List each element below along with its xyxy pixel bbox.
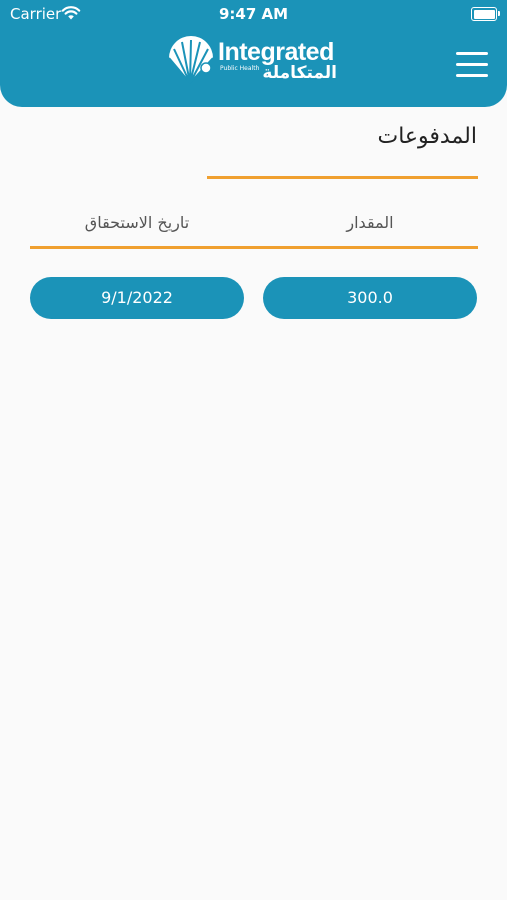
logo-subtitle: Public Health xyxy=(220,65,260,72)
payment-due-date-cell[interactable]: 9/1/2022 xyxy=(30,277,244,319)
battery-icon xyxy=(471,7,500,21)
title-underline xyxy=(207,176,478,179)
page-title: المدفوعات xyxy=(377,124,477,149)
hamburger-icon[interactable] xyxy=(456,52,488,78)
column-header-amount: المقدار xyxy=(346,213,394,232)
shell-logo-icon xyxy=(168,36,214,84)
payment-amount-cell[interactable]: 300.0 xyxy=(263,277,477,319)
header-underline xyxy=(30,246,478,249)
column-header-due-date: تاريخ الاستحقاق xyxy=(84,213,190,232)
logo-text-arabic: المتكاملة xyxy=(262,63,337,83)
logo-text-english: Integrated xyxy=(218,38,334,66)
status-time: 9:47 AM xyxy=(218,5,289,23)
app-logo: Integrated Public Health المتكاملة xyxy=(166,36,341,86)
app-header: Carrier 9:47 AM Integrated Public Health… xyxy=(0,0,507,107)
status-bar: Carrier 9:47 AM xyxy=(0,0,507,28)
